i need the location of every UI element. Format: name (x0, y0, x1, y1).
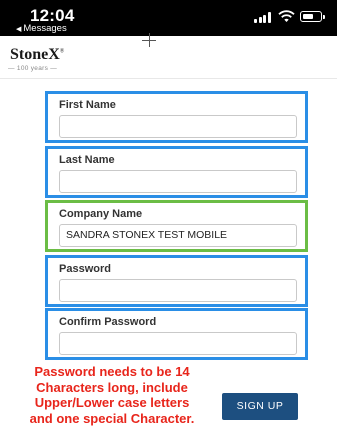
note-line-1: Password needs to be 14 (34, 364, 190, 379)
back-to-messages-label: Messages (23, 23, 67, 34)
password-field: Password (45, 255, 308, 307)
back-to-messages[interactable]: ◀ Messages (16, 23, 67, 34)
confirm-password-field: Confirm Password (45, 308, 308, 360)
sign-up-button[interactable]: SIGN UP (222, 393, 298, 420)
first-name-field: First Name (45, 91, 308, 143)
password-input[interactable] (59, 279, 297, 302)
confirm-password-input[interactable] (59, 332, 297, 355)
password-requirements-note: Password needs to be 14 Characters long,… (8, 364, 216, 426)
company-name-label: Company Name (59, 208, 143, 220)
battery-icon (300, 11, 325, 22)
wifi-icon (278, 10, 295, 22)
password-label: Password (59, 263, 111, 275)
back-arrow-icon: ◀ (16, 26, 22, 33)
note-line-2: Characters long, include (36, 379, 188, 395)
signal-icon (254, 12, 272, 23)
company-name-field: Company Name SANDRA STONEX TEST MOBILE (45, 200, 308, 252)
last-name-label: Last Name (59, 154, 115, 166)
crosshair-cursor-icon (142, 33, 156, 47)
last-name-field: Last Name (45, 146, 308, 198)
company-name-input[interactable]: SANDRA STONEX TEST MOBILE (59, 224, 297, 247)
note-line-3: Upper/Lower case letters (34, 395, 190, 410)
brand-name: StoneX (10, 46, 60, 63)
confirm-password-label: Confirm Password (59, 316, 157, 328)
status-bar: 12:04 ◀ Messages (0, 0, 337, 36)
note-line-4: and one special Character. (29, 410, 195, 426)
stonex-logo: StoneX® (10, 46, 64, 64)
brand-mark: ® (59, 48, 65, 55)
last-name-input[interactable] (59, 170, 297, 193)
header-divider (0, 78, 337, 79)
brand-tagline: — 100 years — (8, 65, 58, 72)
first-name-label: First Name (59, 99, 116, 111)
first-name-input[interactable] (59, 115, 297, 138)
